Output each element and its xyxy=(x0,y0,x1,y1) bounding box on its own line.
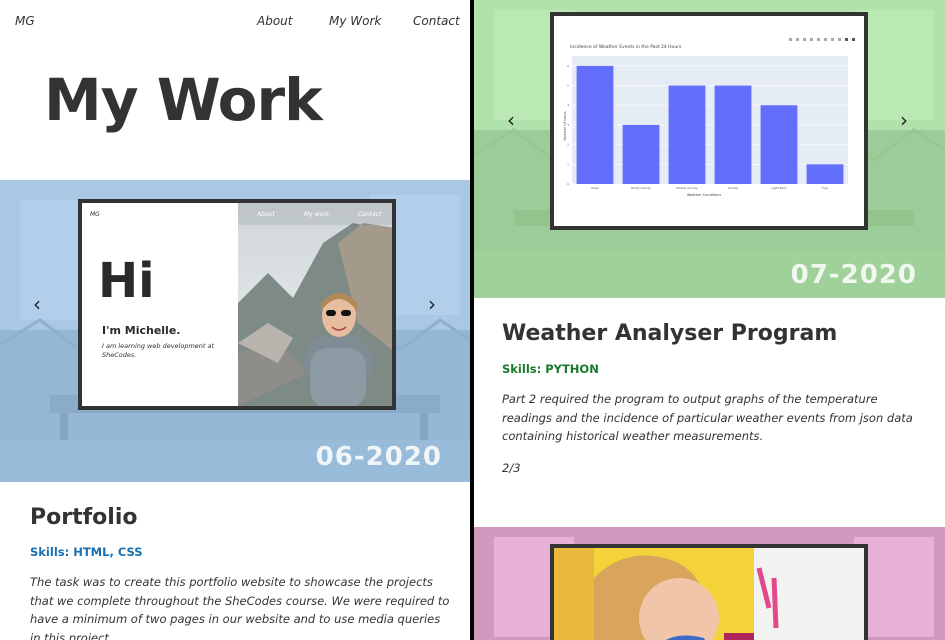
chart-bar[interactable] xyxy=(760,105,798,184)
child-photo xyxy=(554,548,864,640)
preview-nav-work: My work xyxy=(304,211,330,218)
chart-y-tick-label: 3 xyxy=(567,123,569,127)
chart-y-tick-label: 2 xyxy=(567,143,569,147)
project-skills: Skills: PYTHON xyxy=(502,362,599,376)
preview-brand: MG xyxy=(90,211,100,218)
portfolio-preview[interactable]: MG Hi I'm Michelle. I am learning web de… xyxy=(78,199,396,410)
carousel-prev-icon[interactable]: ‹ xyxy=(507,108,515,132)
chart-plot-area xyxy=(572,56,848,184)
preview-name: I'm Michelle. xyxy=(102,324,181,337)
nav-my-work[interactable]: My Work xyxy=(329,14,381,28)
chart-bar[interactable] xyxy=(668,85,706,184)
project-date: 06-2020 xyxy=(315,442,442,472)
chart-xlabel: Weather Conditions xyxy=(687,193,722,197)
chart-x-tick-label: Partly Cloudy xyxy=(631,186,651,190)
project-date: 07-2020 xyxy=(790,260,917,290)
carousel-next-icon[interactable]: › xyxy=(900,108,908,132)
project-skills: Skills: HTML, CSS xyxy=(30,545,143,559)
chart-x-tick-label: Clear xyxy=(591,186,600,190)
chart-bar[interactable] xyxy=(576,65,614,184)
project-carousel-2: ‹ › Incidence of Weather Events in the P… xyxy=(474,0,945,298)
chart-x-tick-label: Fog xyxy=(822,186,827,190)
project-description: Part 2 required the program to output gr… xyxy=(502,392,913,443)
brand-logo[interactable]: MG xyxy=(15,14,35,28)
project-title: Weather Analyser Program xyxy=(502,321,838,346)
chart-x-tick-label: Mostly Cloudy xyxy=(676,186,697,190)
project-carousel-3 xyxy=(474,527,945,640)
preview-photo xyxy=(238,203,392,406)
nav-about[interactable]: About xyxy=(257,14,292,28)
child-photo-preview[interactable] xyxy=(550,544,868,640)
preview-hi: Hi xyxy=(98,253,155,309)
chart-y-tick-label: 0 xyxy=(567,182,569,186)
nav-contact[interactable]: Contact xyxy=(413,14,460,28)
carousel-prev-icon[interactable]: ‹ xyxy=(33,292,41,316)
weather-chart-preview[interactable]: Incidence of Weather Events in the Past … xyxy=(550,12,868,230)
project-description: The task was to create this portfolio we… xyxy=(30,575,450,640)
chart-y-tick-label: 6 xyxy=(567,64,569,68)
right-panel: ‹ › Incidence of Weather Events in the P… xyxy=(474,0,945,640)
carousel-next-icon[interactable]: › xyxy=(428,292,436,316)
chart-title: Incidence of Weather Events in the Past … xyxy=(570,44,682,50)
chart-y-tick-label: 5 xyxy=(567,84,569,88)
carousel-counter: 2/3 xyxy=(502,461,521,475)
chart-y-tick-label: 1 xyxy=(567,162,569,166)
preview-tagline: I am learning web development at SheCode… xyxy=(102,342,215,359)
project-carousel-1: ‹ › MG Hi I'm Michelle. I am learning we… xyxy=(0,180,470,482)
chart-bar[interactable] xyxy=(622,124,660,184)
chart-y-tick-label: 4 xyxy=(567,103,569,107)
preview-nav-contact: Contact xyxy=(358,211,382,218)
chart-bar[interactable] xyxy=(806,164,844,184)
project-title: Portfolio xyxy=(30,505,138,530)
preview-nav-about: About xyxy=(257,211,275,218)
chart-toolbar[interactable] xyxy=(789,38,855,41)
chart-bar[interactable] xyxy=(714,85,752,184)
left-panel: MG About My Work Contact My Work ‹ › MG … xyxy=(0,0,470,640)
page-title: My Work xyxy=(44,66,323,134)
chart-x-tick-label: Light Rain xyxy=(771,186,786,190)
chart-x-tick-label: Cloudy xyxy=(728,186,739,190)
weather-bar-chart: Incidence of Weather Events in the Past … xyxy=(563,38,855,197)
